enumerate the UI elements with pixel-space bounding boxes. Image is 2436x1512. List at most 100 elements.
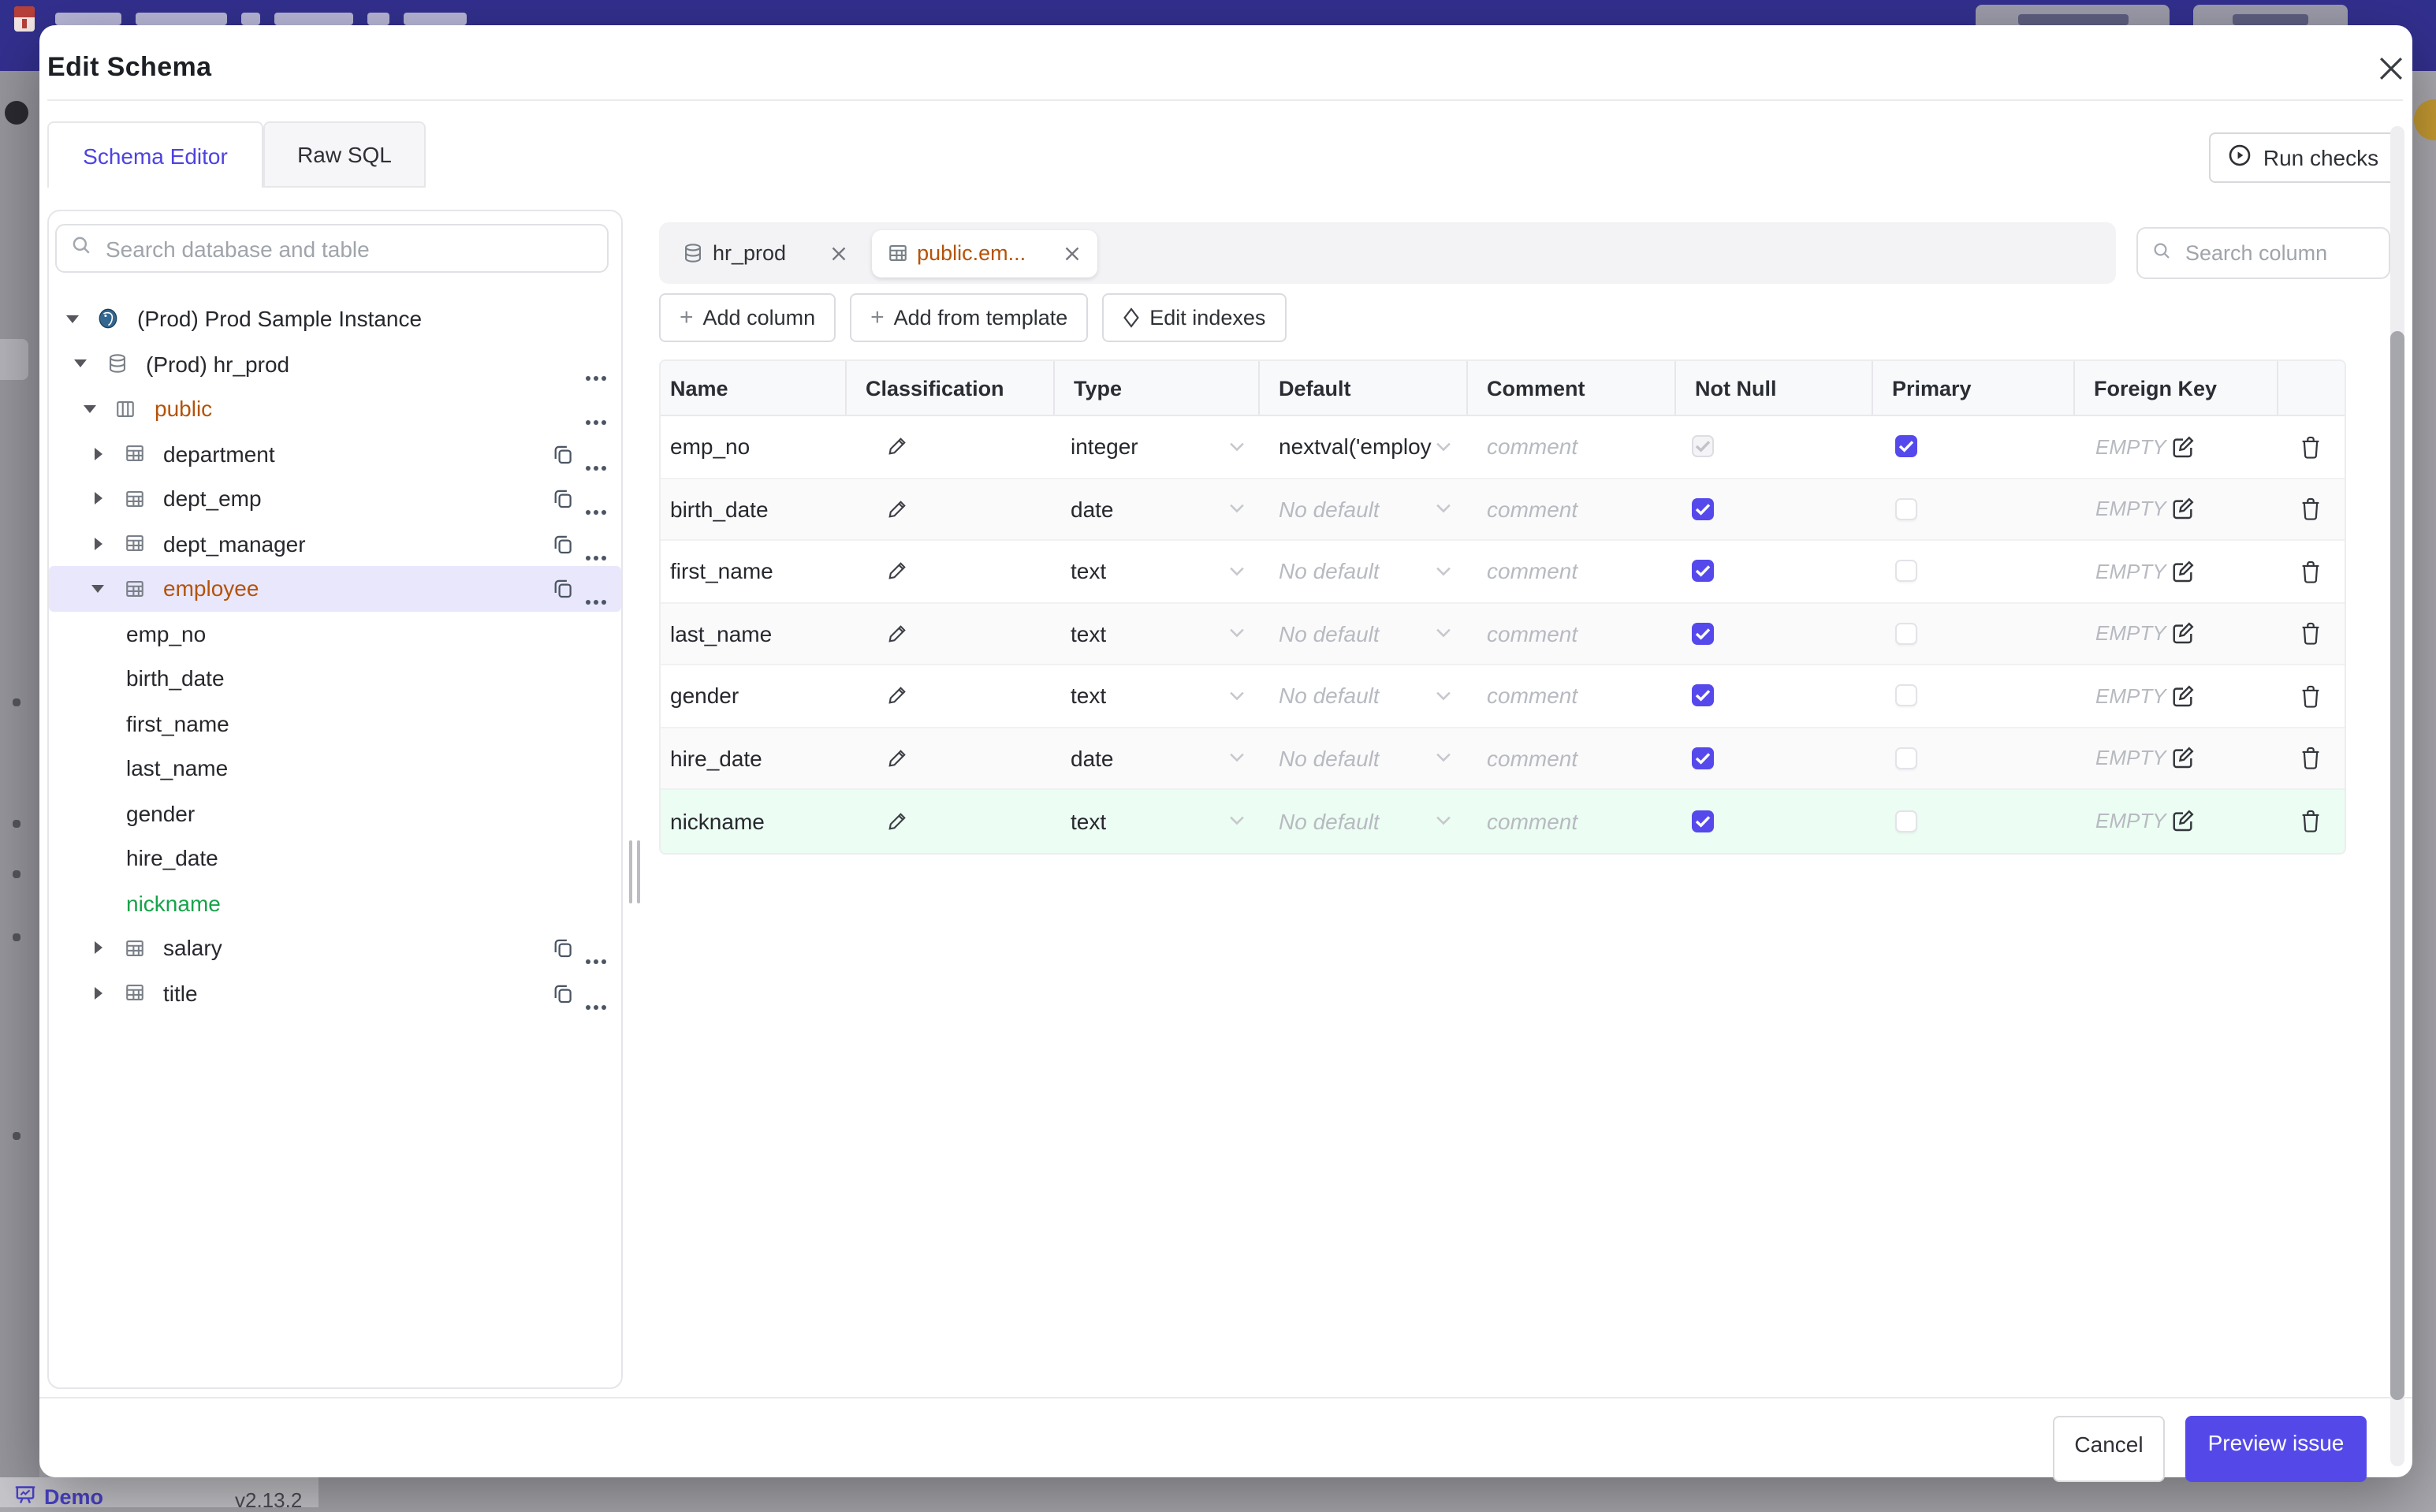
comment-cell[interactable]: comment xyxy=(1466,416,1674,477)
classification-edit-icon[interactable] xyxy=(886,623,908,645)
delete-column-button[interactable] xyxy=(2277,479,2345,539)
comment-cell[interactable]: comment xyxy=(1466,603,1674,664)
panel-resize-handle[interactable] xyxy=(629,840,640,903)
caret-down-icon[interactable] xyxy=(73,357,88,371)
tree-item-department[interactable]: department xyxy=(49,431,621,476)
dialog-close-icon[interactable] xyxy=(2375,52,2406,84)
comment-cell[interactable]: comment xyxy=(1466,479,1674,539)
copy-icon[interactable] xyxy=(552,487,574,509)
preview-issue-button[interactable]: Preview issue xyxy=(2185,1416,2367,1482)
delete-column-button[interactable] xyxy=(2277,603,2345,664)
not-null-checkbox[interactable] xyxy=(1692,497,1714,520)
foreign-key-edit-icon[interactable] xyxy=(2171,560,2195,583)
caret-right-icon[interactable] xyxy=(91,447,105,461)
classification-edit-icon[interactable] xyxy=(886,560,908,583)
editor-tab-public-em[interactable]: public.em... xyxy=(871,229,1097,277)
comment-cell[interactable]: comment xyxy=(1466,790,1674,852)
tree-item-public[interactable]: public xyxy=(49,386,621,431)
not-null-checkbox[interactable] xyxy=(1692,747,1714,769)
classification-edit-icon[interactable] xyxy=(886,747,908,769)
column-name-cell[interactable]: gender xyxy=(661,665,845,726)
classification-edit-icon[interactable] xyxy=(886,498,908,520)
primary-checkbox[interactable] xyxy=(1895,497,1917,520)
default-select[interactable]: No default xyxy=(1258,790,1466,852)
column-name-cell[interactable]: emp_no xyxy=(661,416,845,477)
more-actions-icon[interactable] xyxy=(585,450,607,470)
primary-checkbox[interactable] xyxy=(1895,622,1917,645)
tree-item-dept-manager[interactable]: dept_manager xyxy=(49,521,621,566)
column-name-cell[interactable]: birth_date xyxy=(661,479,845,539)
tab-raw-sql[interactable]: Raw SQL xyxy=(263,121,426,188)
tree-search-input[interactable] xyxy=(102,234,593,263)
comment-cell[interactable]: comment xyxy=(1466,728,1674,788)
editor-tab-hr-prod[interactable]: hr_prod xyxy=(667,229,863,277)
primary-checkbox[interactable] xyxy=(1895,684,1917,707)
more-actions-icon[interactable] xyxy=(585,360,607,380)
type-select[interactable]: text xyxy=(1053,541,1258,601)
tab-schema-editor[interactable]: Schema Editor xyxy=(47,121,263,188)
column-name-cell[interactable]: nickname xyxy=(661,790,845,852)
default-select[interactable]: No default xyxy=(1258,541,1466,601)
copy-icon[interactable] xyxy=(552,981,574,1004)
tree-item-nickname[interactable]: nickname xyxy=(49,881,621,925)
tree-item-dept-emp[interactable]: dept_emp xyxy=(49,476,621,521)
not-null-checkbox[interactable] xyxy=(1692,810,1714,832)
foreign-key-edit-icon[interactable] xyxy=(2171,435,2195,459)
default-select[interactable]: nextval('employ xyxy=(1258,416,1466,477)
caret-right-icon[interactable] xyxy=(91,537,105,551)
tree-item-employee[interactable]: employee xyxy=(49,566,621,611)
more-actions-icon[interactable] xyxy=(585,944,607,964)
primary-checkbox[interactable] xyxy=(1895,747,1917,769)
not-null-checkbox[interactable] xyxy=(1692,560,1714,583)
tree-item-prod-prod-sample-instance[interactable]: (Prod) Prod Sample Instance xyxy=(49,296,621,341)
comment-cell[interactable]: comment xyxy=(1466,541,1674,601)
caret-down-icon[interactable] xyxy=(65,312,79,326)
add-column-button[interactable]: + Add column xyxy=(659,293,836,342)
tree-item-emp-no[interactable]: emp_no xyxy=(49,611,621,656)
dialog-scrollbar-thumb[interactable] xyxy=(2390,331,2404,1400)
delete-column-button[interactable] xyxy=(2277,541,2345,601)
caret-right-icon[interactable] xyxy=(91,941,105,955)
run-checks-button[interactable]: Run checks xyxy=(2209,132,2398,183)
default-select[interactable]: No default xyxy=(1258,479,1466,539)
default-select[interactable]: No default xyxy=(1258,665,1466,726)
copy-icon[interactable] xyxy=(552,442,574,464)
classification-edit-icon[interactable] xyxy=(886,810,908,832)
type-select[interactable]: date xyxy=(1053,728,1258,788)
more-actions-icon[interactable] xyxy=(585,540,607,560)
tree-item-salary[interactable]: salary xyxy=(49,925,621,970)
type-select[interactable]: integer xyxy=(1053,416,1258,477)
delete-column-button[interactable] xyxy=(2277,416,2345,477)
tree-item-prod-hr-prod[interactable]: (Prod) hr_prod xyxy=(49,341,621,386)
foreign-key-edit-icon[interactable] xyxy=(2171,622,2195,646)
column-name-cell[interactable]: hire_date xyxy=(661,728,845,788)
classification-edit-icon[interactable] xyxy=(886,436,908,458)
column-name-cell[interactable]: first_name xyxy=(661,541,845,601)
caret-down-icon[interactable] xyxy=(91,582,105,596)
tree-item-hire-date[interactable]: hire_date xyxy=(49,836,621,881)
default-select[interactable]: No default xyxy=(1258,603,1466,664)
type-select[interactable]: text xyxy=(1053,603,1258,664)
column-search-input[interactable] xyxy=(2182,240,2362,266)
foreign-key-edit-icon[interactable] xyxy=(2171,684,2195,708)
primary-checkbox[interactable] xyxy=(1895,560,1917,583)
column-name-cell[interactable]: last_name xyxy=(661,603,845,664)
type-select[interactable]: text xyxy=(1053,790,1258,852)
foreign-key-edit-icon[interactable] xyxy=(2171,747,2195,770)
more-actions-icon[interactable] xyxy=(585,405,607,425)
classification-edit-icon[interactable] xyxy=(886,685,908,707)
cancel-button[interactable]: Cancel xyxy=(2053,1416,2165,1482)
tab-close-icon[interactable] xyxy=(830,244,847,262)
primary-checkbox[interactable] xyxy=(1895,435,1917,458)
type-select[interactable]: date xyxy=(1053,479,1258,539)
type-select[interactable]: text xyxy=(1053,665,1258,726)
comment-cell[interactable]: comment xyxy=(1466,665,1674,726)
not-null-checkbox[interactable] xyxy=(1692,622,1714,645)
caret-down-icon[interactable] xyxy=(82,402,96,416)
more-actions-icon[interactable] xyxy=(585,989,607,1009)
delete-column-button[interactable] xyxy=(2277,665,2345,726)
edit-indexes-button[interactable]: Edit indexes xyxy=(1102,293,1287,342)
foreign-key-edit-icon[interactable] xyxy=(2171,810,2195,833)
more-actions-icon[interactable] xyxy=(585,585,607,605)
not-null-checkbox[interactable] xyxy=(1692,435,1714,458)
